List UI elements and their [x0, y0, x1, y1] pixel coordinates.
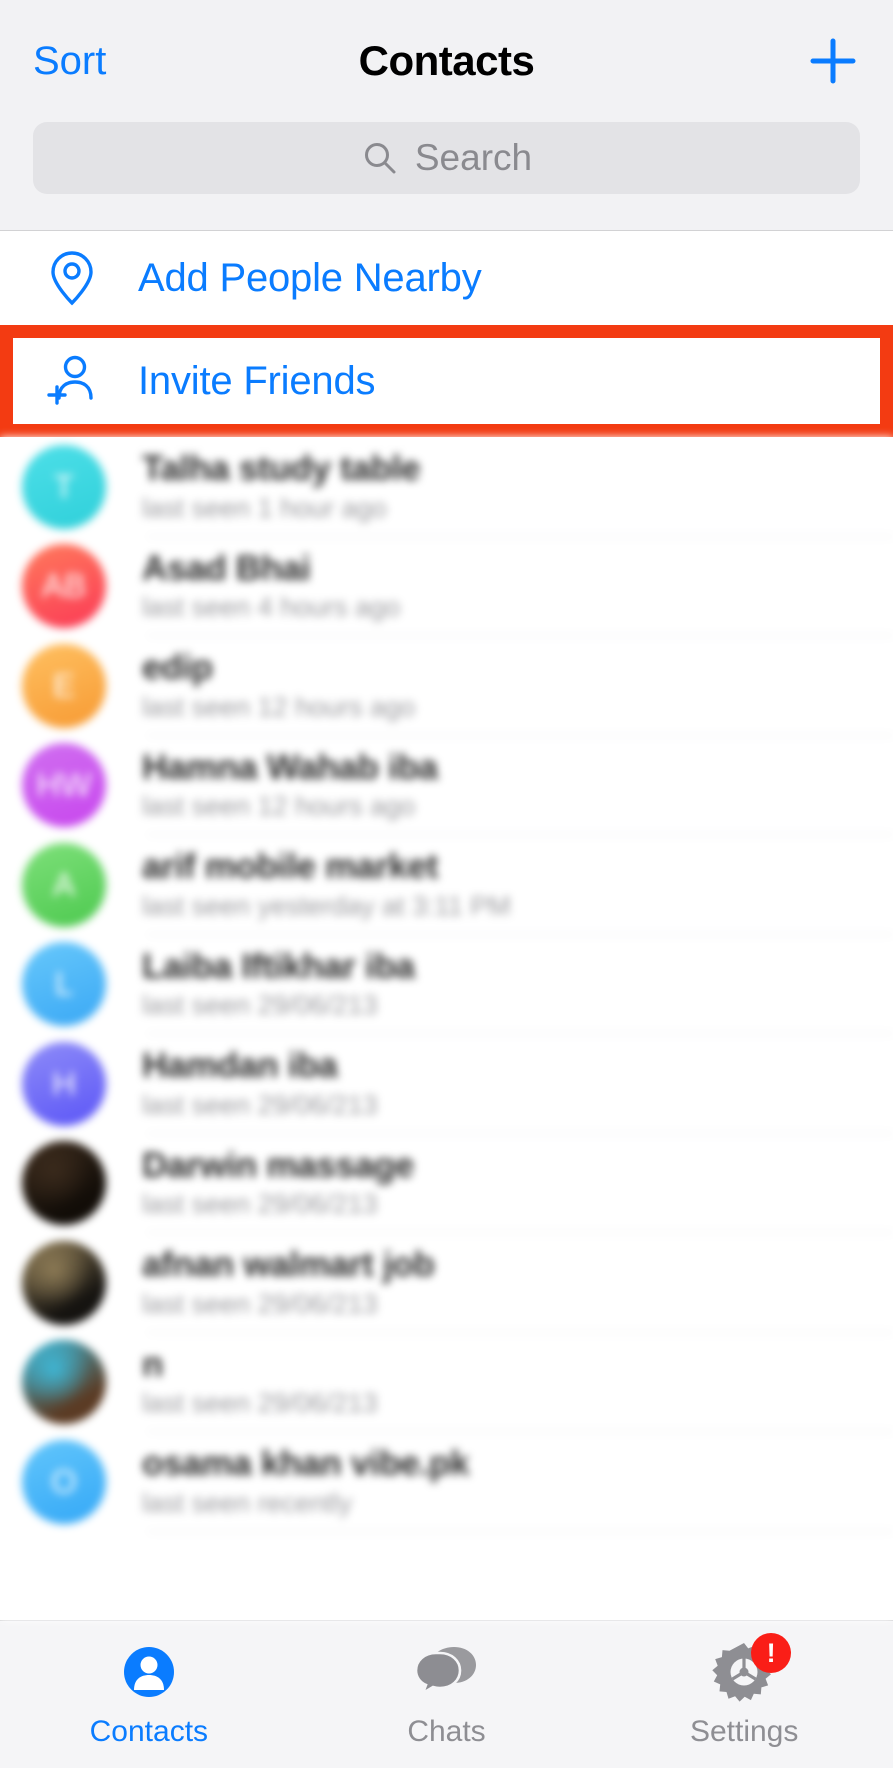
add-people-nearby-label: Add People Nearby [138, 255, 482, 300]
location-pin-icon [36, 248, 108, 308]
avatar [22, 1141, 106, 1226]
contact-meta: Talha study table last seen 1 hour ago [142, 449, 421, 523]
avatar-photo [22, 1340, 106, 1425]
settings-badge: ! [751, 1633, 792, 1673]
contact-status: last seen yesterday at 3:11 PM [142, 890, 511, 921]
contact-name: arif mobile market [142, 847, 439, 887]
gear-icon: ! [711, 1633, 792, 1705]
contact-row[interactable]: n last seen 29/06/213 [0, 1332, 893, 1432]
contact-name: edip [142, 648, 213, 688]
contact-name: afnan walmart job [142, 1245, 435, 1285]
contact-row[interactable]: HW Hamna Wahab iba last seen 12 hours ago [0, 735, 893, 835]
contact-name: Laiba Iftikhar iba [142, 946, 415, 986]
tab-contacts-label: Contacts [89, 1715, 209, 1748]
contact-status: last seen 12 hours ago [142, 691, 416, 722]
action-rows: Add People Nearby Invite Friends [0, 231, 893, 437]
contact-status: last seen 29/06/213 [142, 1388, 378, 1419]
contacts-screen: Sort Contacts Search Add People Nearby I… [0, 0, 893, 1768]
contact-status: last seen 29/06/213 [142, 1089, 378, 1120]
contact-row[interactable]: Aarif mobile market last seen yesterday a… [0, 835, 893, 935]
contact-list[interactable]: T Talha study table last seen 1 hour ago AB… [0, 437, 893, 1620]
avatar [22, 1340, 106, 1425]
avatar: T [22, 444, 106, 529]
avatar-photo [22, 1240, 106, 1325]
add-contact-button[interactable] [806, 34, 860, 88]
contact-meta: Hamna Wahab iba last seen 12 hours ago [142, 747, 438, 822]
avatar-initials: O [51, 1462, 77, 1500]
tab-chats[interactable]: Chats [298, 1639, 596, 1749]
contact-meta: edip last seen 12 hours ago [142, 648, 416, 722]
contact-name: Asad Bhai [142, 548, 311, 588]
sort-button[interactable]: Sort [33, 39, 106, 84]
avatar-photo [22, 1141, 106, 1226]
contact-row[interactable]: L Laiba Iftikhar iba last seen 29/06/213 [0, 934, 893, 1034]
contact-row[interactable]: afnan walmart job last seen 29/06/213 [0, 1233, 893, 1333]
contact-name: osama khan vibe.pk [142, 1444, 470, 1484]
contact-row[interactable]: H Hamdan iba last seen 29/06/213 [0, 1034, 893, 1134]
contact-name: Darwin massage [142, 1145, 415, 1185]
tab-chats-label: Chats [407, 1715, 486, 1748]
plus-icon [810, 38, 856, 84]
avatar-initials: AB [41, 567, 87, 605]
contact-row[interactable]: Darwin massage last seen 29/06/213 [0, 1133, 893, 1233]
contact-status: last seen 1 hour ago [142, 492, 387, 523]
person-filled-icon [116, 1639, 182, 1705]
avatar: HW [22, 743, 106, 828]
contact-meta: arif mobile market last seen yesterday at… [142, 847, 511, 921]
tab-settings-label: Settings [689, 1715, 799, 1748]
contact-row[interactable]: AB Asad Bhai last seen 4 hours ago [0, 536, 893, 636]
chat-bubbles-icon [414, 1639, 480, 1705]
contact-status: last seen 29/06/213 [142, 990, 378, 1021]
add-people-nearby-row[interactable]: Add People Nearby [0, 231, 893, 325]
contact-status: last seen 29/06/213 [142, 1189, 378, 1220]
contact-row[interactable]: Oosama khan vibe.pk last seen recently [0, 1432, 893, 1532]
contact-row[interactable]: Eedip last seen 12 hours ago [0, 636, 893, 736]
avatar: H [22, 1041, 106, 1126]
contact-meta: afnan walmart job last seen 29/06/213 [142, 1245, 435, 1319]
contact-row[interactable]: T Talha study table last seen 1 hour ago [0, 437, 893, 537]
tab-bar: Contacts Chats ! Settings [0, 1620, 893, 1768]
contact-status: last seen 29/06/213 [142, 1288, 378, 1319]
avatar: L [22, 942, 106, 1027]
contact-name: Hamdan iba [142, 1046, 338, 1086]
contact-status: last seen 12 hours ago [142, 791, 416, 822]
contact-meta: Asad Bhai last seen 4 hours ago [142, 548, 401, 623]
contact-meta: Darwin massage last seen 29/06/213 [142, 1145, 415, 1220]
contact-status: last seen 4 hours ago [142, 592, 401, 623]
contact-meta: Laiba Iftikhar iba last seen 29/06/213 [142, 946, 415, 1021]
tab-settings[interactable]: ! Settings [595, 1633, 893, 1749]
page-title: Contacts [358, 37, 535, 84]
search-input[interactable]: Search [33, 122, 860, 194]
contact-meta: Hamdan iba last seen 29/06/213 [142, 1046, 378, 1120]
search-placeholder: Search [414, 137, 533, 178]
avatar: E [22, 643, 106, 728]
avatar: A [22, 842, 106, 927]
avatar-initials: T [53, 467, 75, 505]
invite-friends-highlight: Invite Friends [0, 325, 893, 437]
contact-name: n [142, 1344, 164, 1384]
avatar-initials: A [52, 865, 75, 903]
avatar-initials: L [54, 965, 74, 1003]
invite-friends-row[interactable]: Invite Friends [13, 338, 880, 424]
contact-name: Hamna Wahab iba [142, 747, 438, 787]
avatar: AB [22, 544, 106, 629]
avatar-initials: E [52, 666, 75, 704]
avatar-initials: H [52, 1064, 76, 1102]
tab-contacts[interactable]: Contacts [0, 1639, 298, 1749]
invite-friends-label: Invite Friends [138, 358, 376, 403]
avatar [22, 1240, 106, 1325]
search-icon [364, 143, 396, 174]
avatar-initials: HW [36, 766, 92, 804]
avatar: O [22, 1439, 106, 1524]
contact-name: Talha study table [142, 449, 421, 489]
contact-status: last seen recently [142, 1487, 353, 1518]
contact-meta: n last seen 29/06/213 [142, 1344, 378, 1419]
search-area: Search [0, 122, 893, 230]
contact-meta: osama khan vibe.pk last seen recently [142, 1444, 470, 1518]
person-add-icon [36, 352, 108, 410]
navigation-bar: Sort Contacts [0, 0, 893, 122]
